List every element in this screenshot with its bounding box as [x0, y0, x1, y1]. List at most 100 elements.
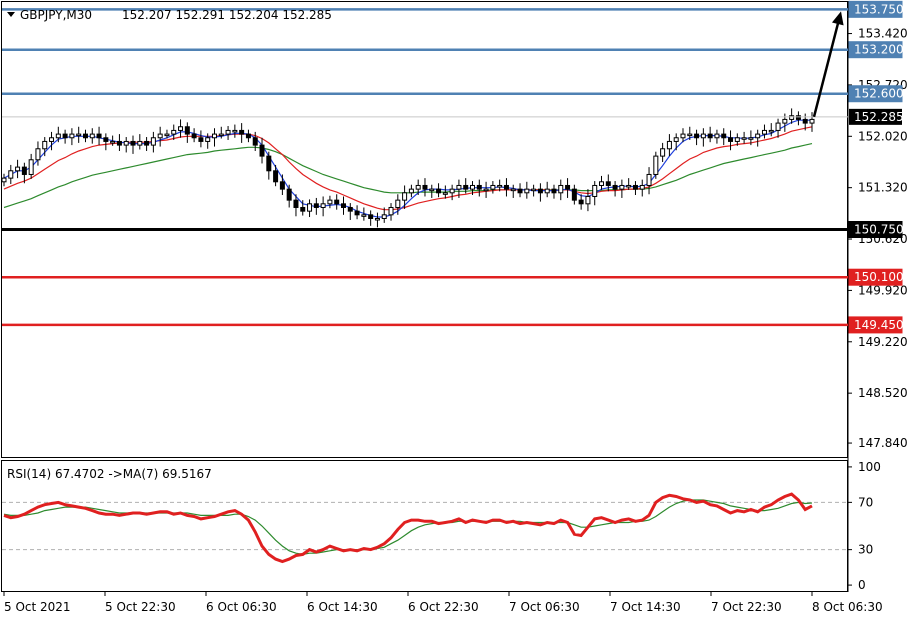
candle-up-body [123, 140, 129, 146]
candle [476, 179, 482, 197]
candle-up-body [320, 203, 326, 208]
candle-up-body [442, 192, 448, 195]
candle [700, 128, 706, 147]
candle [334, 194, 340, 210]
candle [191, 128, 197, 143]
candle [632, 181, 638, 196]
candle-down-body [62, 133, 68, 139]
time-tick-label: 5 Oct 2021 [4, 600, 71, 614]
candle [76, 126, 82, 143]
candle-down-body [116, 140, 122, 146]
candle-up-body [592, 184, 598, 197]
candle [137, 134, 143, 150]
candle-down-body [503, 184, 509, 190]
candle [510, 184, 516, 198]
candle-down-body [517, 188, 523, 194]
candle-up-body [157, 133, 163, 139]
candle-up-body [381, 214, 387, 219]
candle [449, 184, 455, 201]
candle-down-body [694, 133, 700, 139]
ma-slow-line [3, 143, 813, 209]
forecast-arrow-shaft [812, 23, 840, 118]
candle [653, 151, 659, 179]
candle-up-body [150, 137, 156, 146]
candle [578, 194, 584, 210]
candle [524, 181, 530, 199]
candle [123, 137, 129, 153]
candle-up-body [714, 133, 720, 139]
candle [422, 178, 428, 197]
candle-down-body [422, 184, 428, 190]
candle [103, 133, 109, 151]
candle-up-body [782, 118, 788, 124]
candle-up-body [76, 133, 82, 137]
candle-down-body [239, 129, 245, 135]
candle [728, 130, 734, 151]
candle-up-body [327, 199, 333, 205]
candle-down-body [612, 184, 618, 190]
candle [89, 128, 95, 144]
candle-down-body [293, 199, 299, 208]
candle-down-body [198, 137, 204, 142]
candle-down-body [259, 144, 265, 157]
candle [694, 129, 700, 146]
candle-up-body [205, 137, 211, 142]
time-tick-label: 7 Oct 14:30 [610, 600, 681, 614]
candle-up-body [646, 173, 652, 186]
candle-up-body [809, 118, 815, 124]
candle [660, 142, 666, 162]
level-price-label: 152.600 [854, 87, 904, 101]
candle-up-body [110, 140, 116, 144]
candle-down-body [144, 140, 150, 146]
candle-up-body [761, 129, 767, 135]
candle-up-body [164, 133, 170, 137]
level-labels: 153.750 153.200 152.600 150.750 150.100 149.4… [848, 0, 904, 334]
candle-up-body [789, 115, 795, 120]
candle [436, 183, 442, 198]
time-tick-label: 6 Oct 06:30 [206, 600, 277, 614]
chart-window[interactable]: 153.420 152.720 152.020 151.320 150.620 149.9… [0, 0, 923, 621]
candle-down-body [463, 184, 469, 190]
candle-up-body [402, 192, 408, 201]
candle [755, 129, 761, 147]
chart-symbol: GBPJPY,M30 [20, 8, 92, 22]
candle [517, 183, 523, 198]
price-tick-label: 151.320 [858, 181, 908, 195]
candle-up-body [470, 184, 476, 190]
level-price-label: 150.100 [854, 270, 904, 284]
candle-up-body [673, 137, 679, 142]
candle-down-body [436, 188, 442, 194]
candle-up-body [510, 188, 516, 192]
time-tick-label: 7 Oct 22:30 [711, 600, 782, 614]
candle [347, 203, 353, 220]
candle-up-body [28, 159, 34, 175]
candle-up-body [544, 188, 550, 194]
candle-up-body [666, 140, 672, 150]
candle-down-body [551, 188, 557, 194]
candle [490, 181, 496, 194]
candle-up-body [218, 133, 224, 137]
candle-up-body [374, 217, 380, 221]
candle-up-body [49, 137, 55, 142]
candle [259, 137, 265, 164]
candle [721, 128, 727, 146]
rsi-ma-line [3, 499, 813, 556]
candle-up-body [211, 133, 217, 139]
candle [585, 189, 591, 212]
time-tick-label: 8 Oct 06:30 [812, 600, 883, 614]
candle-up-body [415, 184, 421, 190]
candle-up-body [599, 181, 605, 186]
price-chart-svg[interactable]: 153.420152.720152.020151.320150.620149.9… [0, 0, 923, 621]
rsi-tick-label: 0 [858, 578, 866, 592]
dropdown-triangle-icon[interactable] [7, 12, 15, 17]
candle-up-body [619, 184, 625, 190]
time-tick-label: 6 Oct 14:30 [307, 600, 378, 614]
candle [612, 181, 618, 197]
candle-up-body [524, 188, 530, 194]
candle-down-body [354, 210, 360, 216]
candle-down-body [476, 184, 482, 190]
candle [313, 197, 319, 215]
candle [320, 196, 326, 217]
candle-up-body [429, 188, 435, 192]
chart-ohlc: 152.207 152.291 152.204 152.285 [122, 8, 332, 22]
